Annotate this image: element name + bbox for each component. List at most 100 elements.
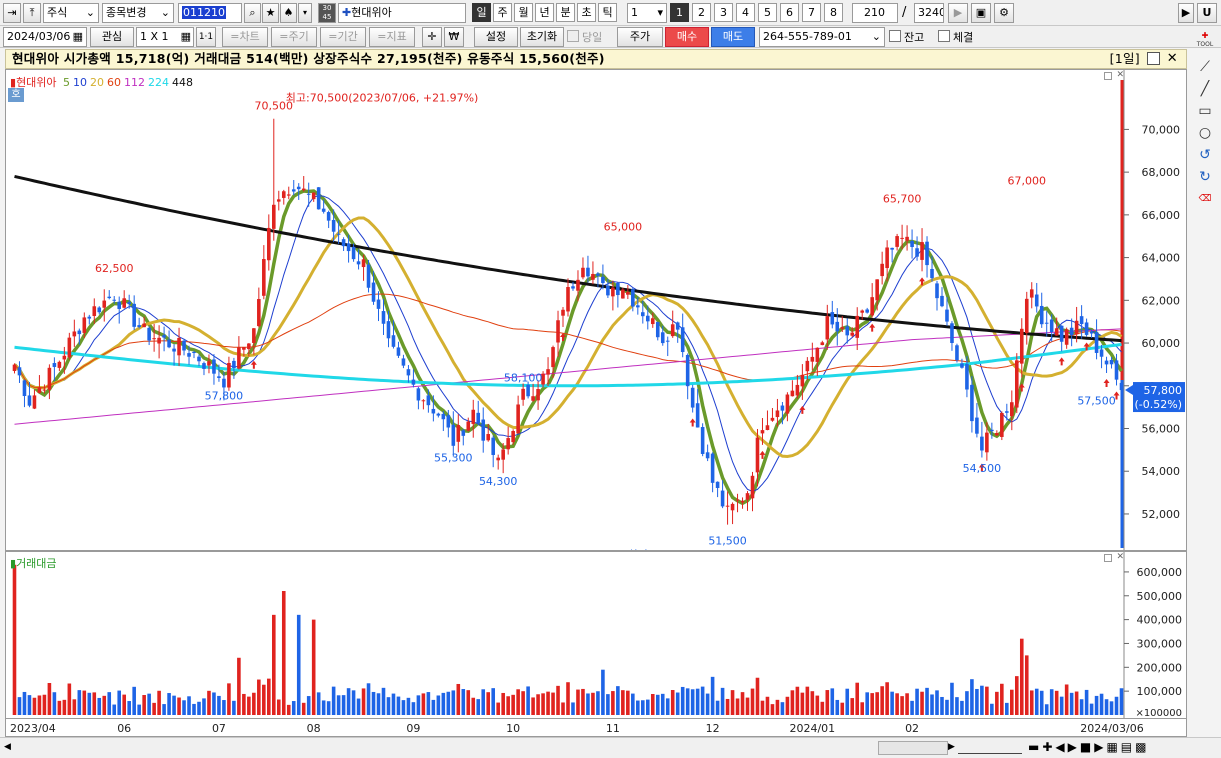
panel-min-icon[interactable]	[1104, 72, 1112, 80]
dropdown-icon[interactable]: ▾	[298, 3, 312, 23]
save-icon[interactable]: ▣	[971, 3, 991, 23]
search-icon[interactable]: ⌕	[244, 3, 261, 23]
candle-body	[112, 299, 117, 301]
close-icon[interactable]: ✕	[1167, 50, 1178, 68]
star-icon[interactable]: ★	[262, 3, 279, 23]
change-stock-select[interactable]: 종목변경 ⌄	[102, 3, 174, 23]
balance-checkbox[interactable]	[889, 30, 901, 42]
plus-icon[interactable]: ✚	[1042, 740, 1055, 754]
play-icon[interactable]: ▶	[948, 3, 968, 23]
market-select[interactable]: 주식 ⌄	[43, 3, 99, 23]
reset-button[interactable]: 초기화	[520, 27, 564, 47]
candle-body	[795, 384, 800, 396]
buy-button[interactable]: 매수	[665, 27, 709, 47]
zoom-slider[interactable]	[958, 742, 1022, 754]
indicator-button[interactable]: =지표	[369, 27, 415, 47]
order-button[interactable]: 호	[8, 88, 24, 102]
crosshair-icon[interactable]: ✛	[422, 27, 442, 47]
scroll-right-icon[interactable]: ▶	[948, 742, 955, 752]
maximize-icon[interactable]	[1147, 52, 1160, 65]
sell-label: 매도	[722, 30, 744, 43]
page-button-2[interactable]: 3	[714, 3, 733, 22]
period-tab-1[interactable]: 주	[493, 3, 512, 22]
period-tab-3[interactable]: 년	[535, 3, 554, 22]
scroll-left-icon[interactable]: ◀	[4, 742, 11, 752]
price-button[interactable]: 주가	[617, 27, 663, 47]
one-one-button[interactable]: 1·1	[196, 27, 216, 47]
filled-checkbox[interactable]	[938, 30, 950, 42]
panel-min-icon[interactable]	[1104, 554, 1112, 562]
page-button-7[interactable]: 8	[824, 3, 843, 22]
next-icon[interactable]: ▶	[1068, 740, 1080, 754]
right-arrow-icon[interactable]: ▶	[1178, 3, 1194, 23]
volume-bar	[765, 696, 770, 715]
grid-icon[interactable]: ▩	[1135, 740, 1149, 754]
minus-icon[interactable]: ▬	[1028, 740, 1042, 754]
pin-icon[interactable]: ⇥	[3, 3, 21, 23]
page-button-1[interactable]: 2	[692, 3, 711, 22]
period-num-select[interactable]: 1 ▾	[627, 3, 667, 23]
candle-body	[212, 359, 216, 374]
redo-icon[interactable]: ↻	[1196, 168, 1214, 186]
date-field[interactable]: 2024/03/06 ▦	[3, 27, 87, 47]
account-select[interactable]: 264-555-789-01 ⌄	[759, 27, 885, 47]
period-tab-4[interactable]: 분	[556, 3, 575, 22]
panel-close-icon[interactable]: ✕	[1116, 552, 1124, 562]
stop-icon[interactable]: ■	[1080, 740, 1094, 754]
user-button[interactable]: U	[1197, 3, 1217, 23]
layout-field[interactable]: 1 X 1 ▦	[136, 27, 194, 47]
volume-bar	[1079, 699, 1084, 715]
gear-icon[interactable]: ⚙	[994, 3, 1014, 23]
line-icon[interactable]: ╱	[1196, 80, 1214, 98]
candle-body	[371, 282, 376, 302]
candle-body	[1000, 412, 1004, 437]
won-button[interactable]: ₩	[444, 27, 464, 47]
candle-body	[17, 367, 22, 376]
page-button-5[interactable]: 6	[780, 3, 799, 22]
fwd-icon[interactable]: ▶	[1094, 740, 1106, 754]
spade-icon[interactable]: ♠	[280, 3, 297, 23]
watch-button[interactable]: 관심	[90, 27, 134, 47]
export-icon[interactable]: ▤	[1121, 740, 1135, 754]
candle-body	[561, 309, 565, 316]
period-tab-2[interactable]: 월	[514, 3, 533, 22]
code-input[interactable]: 011210	[178, 3, 242, 23]
chart-button[interactable]: =차트	[222, 27, 268, 47]
sell-button[interactable]: 매도	[711, 27, 755, 47]
undo-icon[interactable]: ↺	[1196, 146, 1214, 164]
page-button-3[interactable]: 4	[736, 3, 755, 22]
volume-bar	[980, 685, 984, 715]
volume-bar	[641, 700, 645, 715]
page-button-6[interactable]: 7	[802, 3, 821, 22]
candle-body	[915, 248, 919, 257]
excel-icon[interactable]: ▦	[1106, 740, 1120, 754]
today-checkbox[interactable]	[567, 30, 579, 42]
candle-body	[476, 412, 481, 424]
trend-line-icon[interactable]: ⟋	[1196, 58, 1214, 76]
volume-bar	[541, 693, 545, 715]
delete-all-icon[interactable]: ⌫	[1196, 190, 1214, 208]
prev-icon[interactable]: ◀	[1055, 740, 1067, 754]
date-value: 2024/03/06	[7, 30, 71, 43]
tool-icon[interactable]: ✚ TOOL	[1196, 32, 1214, 50]
volume-bar	[785, 696, 790, 715]
cycle-button[interactable]: =주기	[271, 27, 317, 47]
period-tab-6[interactable]: 틱	[598, 3, 617, 22]
volume-bar	[37, 695, 42, 715]
scroll-thumb[interactable]	[878, 741, 948, 755]
page-button-4[interactable]: 5	[758, 3, 777, 22]
count-input[interactable]: 210	[852, 3, 898, 23]
top-icon[interactable]: ⤒	[23, 3, 41, 23]
panel-close-icon[interactable]: ✕	[1116, 70, 1124, 80]
period-tab-0[interactable]: 일	[472, 3, 491, 22]
circle-icon[interactable]: ○	[1196, 124, 1214, 142]
period-tab-5[interactable]: 초	[577, 3, 596, 22]
page-button-0[interactable]: 1	[670, 3, 689, 22]
chart-type-icon[interactable]: 30 45	[318, 3, 336, 23]
rectangle-icon[interactable]: ▭	[1196, 102, 1214, 120]
candle-body	[97, 307, 102, 313]
period-button[interactable]: =기간	[320, 27, 366, 47]
buy-signal-arrow	[1058, 357, 1065, 366]
settings-button[interactable]: 설정	[474, 27, 518, 47]
stock-name-field[interactable]: ✚현대위아	[338, 3, 466, 23]
